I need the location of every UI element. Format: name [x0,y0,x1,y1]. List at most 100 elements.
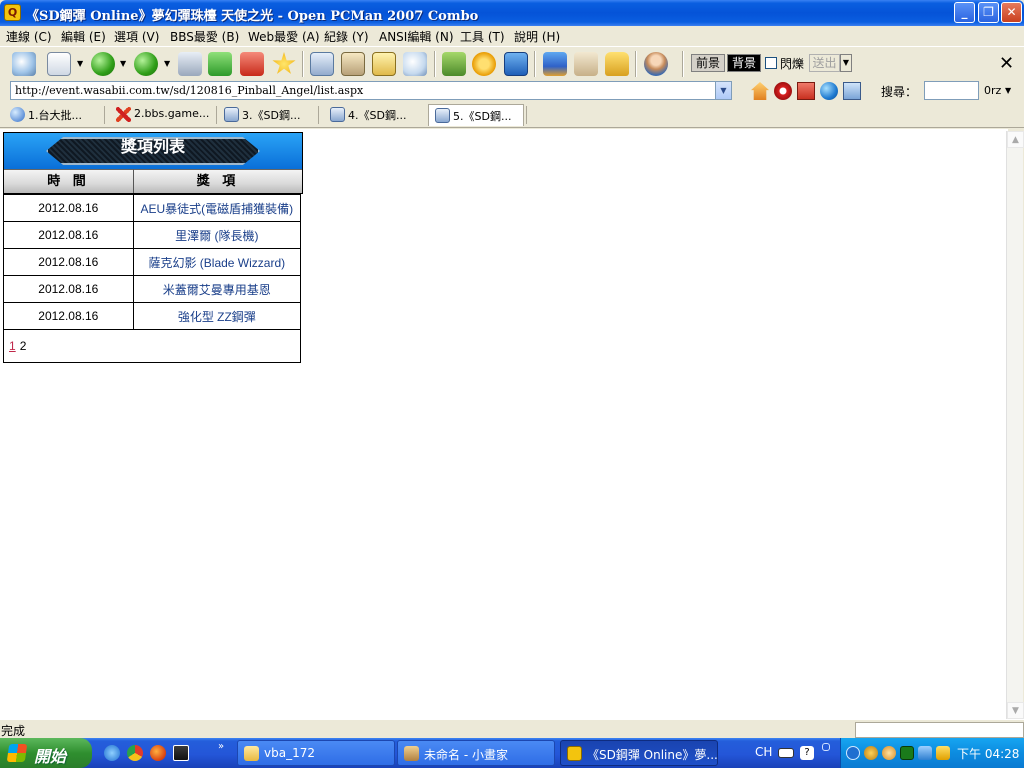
toolbar-separator [534,51,536,77]
url-input[interactable]: http://event.wasabii.com.tw/sd/120816_Pi… [10,81,732,100]
chevron-down-icon[interactable]: ▼ [840,54,852,72]
menu-edit[interactable]: 編輯 (E) [61,28,106,45]
edit-icon[interactable] [574,52,598,76]
vertical-scrollbar[interactable]: ▲ ▼ [1006,131,1024,719]
tab-2[interactable]: 2.bbs.game... [110,104,216,126]
new-connection-icon[interactable] [47,52,71,76]
tab-3[interactable]: 3.《SD鋼... [218,104,318,126]
lock-icon[interactable] [605,52,629,76]
ie-icon[interactable] [104,745,120,761]
menu-help[interactable]: 說明 (H) [514,28,560,45]
menu-connection[interactable]: 連線 (C) [6,28,52,45]
close-button[interactable]: ✕ [1001,2,1022,23]
page-link-2[interactable]: 2 [20,339,27,353]
send-button[interactable]: 送出 [809,54,840,72]
menu-bbs-favorites[interactable]: BBS最愛 (B) [170,28,239,45]
close-icon[interactable]: ✕ [999,53,1014,74]
search-input[interactable] [924,81,979,100]
security-shield-icon[interactable] [936,746,950,760]
language-indicator[interactable]: CH [755,745,772,759]
address-book-icon[interactable] [12,52,36,76]
chevron-down-icon[interactable]: ▼ [715,82,731,99]
menu-web-favorites[interactable]: Web最愛 (A) [248,28,320,45]
chevron-down-icon[interactable]: ▼ [120,59,126,68]
pagination: 12 [3,329,301,363]
windows-icon[interactable] [843,82,861,100]
start-button[interactable]: 開始 [0,738,92,768]
foreground-color-button[interactable]: 前景 [691,54,725,72]
reconnect-icon[interactable] [208,52,232,76]
menu-ansi-edit[interactable]: ANSI編輯 (N) [379,28,454,45]
chevron-left-icon[interactable] [846,746,860,760]
blink-checkbox[interactable] [765,57,777,69]
scroll-down-icon[interactable]: ▼ [1007,702,1024,719]
minimize-button[interactable]: _ [954,2,975,23]
find-icon[interactable] [403,52,427,76]
menu-tools[interactable]: 工具 (T) [460,28,505,45]
task-button-paint[interactable]: 未命名 - 小畫家 [397,740,555,766]
award-date: 2012.08.16 [3,248,134,276]
tab-5-active[interactable]: 5.《SD鋼... [428,104,524,126]
bbs-icon [116,107,131,122]
app-icon[interactable]: Q [4,4,21,21]
home-icon[interactable] [751,82,769,100]
menu-options[interactable]: 選項 (V) [114,28,159,45]
gear-icon[interactable] [472,52,496,76]
user-icon[interactable] [644,52,668,76]
monitor-icon[interactable] [900,746,914,760]
notes-icon[interactable] [372,52,396,76]
keyboard-icon[interactable] [778,748,794,758]
tab-1[interactable]: 1.台大批... [4,104,102,126]
scroll-up-icon[interactable]: ▲ [1007,131,1024,148]
task-button-folder[interactable]: vba_172 [237,740,395,766]
chrome-icon[interactable] [127,745,143,761]
help-icon[interactable]: ? [800,746,814,760]
forward-icon[interactable] [134,52,158,76]
toolbar-separator [434,51,436,77]
chevron-down-icon[interactable]: ▼ [1005,86,1011,95]
chevron-right-icon[interactable]: » [218,741,224,752]
network-icon[interactable] [918,746,932,760]
back-icon[interactable] [91,52,115,76]
stop-page-icon[interactable] [774,82,792,100]
stop-icon[interactable] [240,52,264,76]
paste-icon[interactable] [341,52,365,76]
task-button-pcman[interactable]: 《SD鋼彈 Online》夢... [560,740,718,766]
table-row: 2012.08.16 米蓋爾艾曼專用基恩 [3,275,302,303]
search-engine-label[interactable]: 0rz [984,84,1001,97]
menu-bar: 連線 (C) 編輯 (E) 選項 (V) BBS最愛 (B) Web最愛 (A)… [0,26,1024,46]
close-page-icon[interactable] [797,82,815,100]
screenshot-icon[interactable] [543,52,567,76]
taskbar: 開始 » vba_172 未命名 - 小畫家 《SD鋼彈 Online》夢...… [0,738,1024,768]
address-bar: http://event.wasabii.com.tw/sd/120816_Pi… [0,80,1024,102]
globe-icon[interactable] [820,82,838,100]
tab-4[interactable]: 4.《SD鋼... [324,104,424,126]
award-name: 強化型 ZZ鋼彈 [132,302,302,330]
chevron-down-icon[interactable]: ▼ [164,59,170,68]
star-favorites-icon[interactable] [272,52,296,74]
award-name: AEU暴徒式(電磁盾捕獲裝備) [132,194,302,222]
menu-history[interactable]: 紀錄 (Y) [324,28,369,45]
globe-icon [10,107,25,122]
award-name: 薩克幻影 (Blade Wizzard) [132,248,302,276]
copy-icon[interactable] [310,52,334,76]
ansi-color-icon[interactable] [442,52,466,76]
disconnect-icon[interactable] [178,52,202,76]
panel-title: 獎項列表 [120,137,185,156]
ime-options-icon[interactable] [822,743,830,751]
status-bar: 完成 [0,719,1024,738]
messenger-icon[interactable] [864,746,878,760]
table-row: 2012.08.16 AEU暴徒式(電磁盾捕獲裝備) [3,194,302,222]
page-link-1[interactable]: 1 [9,339,16,353]
maximize-button[interactable]: ❐ [978,2,999,23]
award-date: 2012.08.16 [3,275,134,303]
award-date: 2012.08.16 [3,194,134,222]
firefox-icon[interactable] [150,745,166,761]
background-color-button[interactable]: 背景 [727,54,761,72]
chevron-down-icon[interactable]: ▼ [77,59,83,68]
window-icon[interactable] [504,52,528,76]
pcman-icon [567,746,582,761]
tab-bar: 1.台大批... 2.bbs.game... 3.《SD鋼... 4.《SD鋼.… [0,102,1024,128]
live-icon[interactable] [173,745,189,761]
avatar-icon[interactable] [882,746,896,760]
